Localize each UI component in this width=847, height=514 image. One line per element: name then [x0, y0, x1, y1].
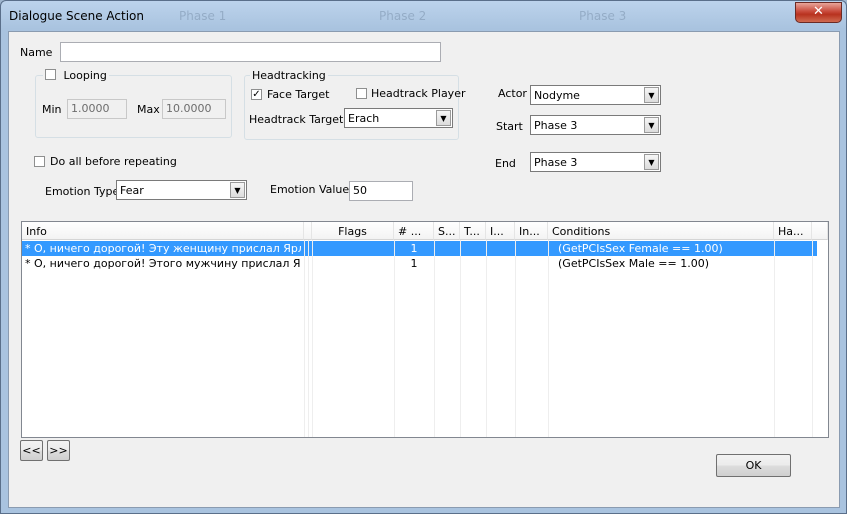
col-divider	[486, 240, 487, 437]
col-header-s[interactable]: S...	[434, 222, 460, 240]
row-info: * О, ничего дорогой! Этого мужчину присл…	[25, 257, 301, 270]
col-header-conditions[interactable]: Conditions	[548, 222, 774, 240]
ghost-tab-2: Phase 2	[379, 9, 427, 23]
col-header-in[interactable]: In...	[515, 222, 548, 240]
ok-button[interactable]: OK	[716, 454, 791, 477]
col-divider	[394, 240, 395, 437]
max-label: Max	[137, 103, 160, 116]
window-title: Dialogue Scene Action	[9, 9, 145, 23]
face-target-label: Face Target	[267, 88, 330, 101]
do-all-label: Do all before repeating	[50, 155, 177, 168]
looping-label: Looping	[63, 69, 107, 82]
ghost-tab-1: Phase 1	[179, 9, 227, 23]
do-all-checkbox[interactable]	[34, 156, 45, 167]
min-input[interactable]: 1.0000	[67, 99, 127, 119]
col-header-info[interactable]: Info	[22, 222, 304, 240]
ghost-tab-3: Phase 3	[579, 9, 627, 23]
actor-label: Actor	[498, 87, 527, 100]
col-divider	[312, 240, 313, 437]
emotion-type-label: Emotion Type	[45, 185, 120, 198]
chevron-down-icon[interactable]: ▼	[230, 182, 245, 198]
end-select[interactable]: Phase 3 ▼	[530, 152, 661, 172]
row-count: 1	[410, 257, 418, 270]
table-row[interactable]: * О, ничего дорогой! Этого мужчину присл…	[22, 256, 817, 271]
col-header-ha[interactable]: Ha...	[774, 222, 812, 240]
chevron-down-icon[interactable]: ▼	[436, 110, 451, 126]
headtracking-group: Headtracking ✓ Face Target Headtrack Pla…	[244, 69, 465, 140]
headtrack-target-value: Erach	[348, 112, 380, 125]
title-bar[interactable]: Dialogue Scene Action Phase 1 Phase 2 Ph…	[1, 1, 846, 31]
next-button[interactable]: >>	[47, 440, 70, 461]
looping-group: Looping Min 1.0000 Max 10.0000	[35, 69, 232, 138]
face-target-checkbox[interactable]: ✓	[251, 89, 262, 100]
actor-select[interactable]: Nodyme ▼	[530, 85, 661, 105]
headtrack-player-checkbox[interactable]	[356, 88, 367, 99]
emotion-value-label: Emotion Value	[270, 183, 350, 196]
table-row[interactable]: * О, ничего дорогой! Эту женщину прислал…	[22, 241, 817, 256]
col-header-spacer	[304, 222, 312, 240]
col-header-count[interactable]: # ...	[394, 222, 434, 240]
row-count: 1	[410, 242, 418, 255]
dialog-window: Dialogue Scene Action Phase 1 Phase 2 Ph…	[0, 0, 847, 514]
headtracking-title: Headtracking	[250, 69, 328, 82]
emotion-type-value: Fear	[120, 184, 144, 197]
emotion-type-select[interactable]: Fear ▼	[116, 180, 247, 200]
chevron-down-icon[interactable]: ▼	[644, 117, 659, 133]
col-header-i[interactable]: I...	[486, 222, 515, 240]
name-label: Name	[20, 46, 53, 59]
close-icon: ✕	[813, 4, 824, 19]
list-header: Info Flags # ... S... T... I... In... Co…	[22, 222, 828, 240]
col-divider	[434, 240, 435, 437]
row-conditions: (GetPCIsSex Male == 1.00)	[558, 257, 710, 270]
dialog-client-area: Name Looping Min 1.0000 Max 10.0000 Head…	[8, 31, 840, 508]
emotion-value-input[interactable]: 50	[349, 181, 413, 201]
col-divider	[548, 240, 549, 437]
col-header-t[interactable]: T...	[460, 222, 486, 240]
start-label: Start	[496, 120, 523, 133]
chevron-down-icon[interactable]: ▼	[644, 87, 659, 103]
start-value: Phase 3	[534, 119, 578, 132]
start-select[interactable]: Phase 3 ▼	[530, 115, 661, 135]
chevron-down-icon[interactable]: ▼	[644, 154, 659, 170]
col-divider	[460, 240, 461, 437]
col-divider	[304, 240, 305, 437]
close-button[interactable]: ✕	[795, 2, 842, 23]
col-divider	[308, 240, 309, 437]
col-header-filler	[812, 222, 828, 240]
headtrack-player-label: Headtrack Player	[371, 87, 466, 100]
info-list[interactable]: Info Flags # ... S... T... I... In... Co…	[21, 221, 829, 438]
col-divider	[774, 240, 775, 437]
actor-value: Nodyme	[534, 89, 580, 102]
end-value: Phase 3	[534, 156, 578, 169]
max-input[interactable]: 10.0000	[162, 99, 226, 119]
col-divider	[515, 240, 516, 437]
prev-button[interactable]: <<	[20, 440, 43, 461]
col-divider	[812, 240, 813, 437]
headtrack-target-label: Headtrack Target	[249, 113, 344, 126]
name-input[interactable]	[60, 42, 441, 62]
min-label: Min	[42, 103, 62, 116]
headtrack-target-select[interactable]: Erach ▼	[344, 108, 453, 128]
row-info: * О, ничего дорогой! Эту женщину прислал…	[25, 242, 301, 255]
end-label: End	[495, 157, 516, 170]
row-conditions: (GetPCIsSex Female == 1.00)	[558, 242, 723, 255]
looping-checkbox[interactable]	[45, 69, 56, 80]
col-header-flags[interactable]: Flags	[312, 222, 394, 240]
looping-group-title: Looping	[43, 69, 109, 82]
